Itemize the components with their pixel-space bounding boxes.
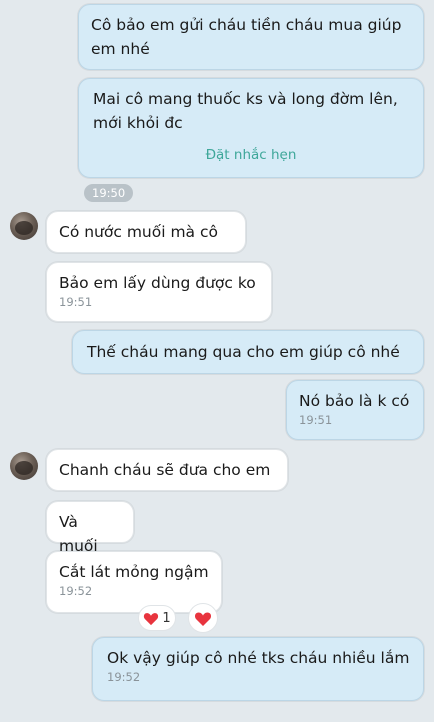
message-text: Mai cô mang thuốc ks và long đờm lên, mớ… <box>93 90 398 132</box>
avatar[interactable] <box>10 452 38 480</box>
message-bubble-received[interactable]: Có nước muối mà cô <box>46 211 246 253</box>
message-bubble-received[interactable]: Bảo em lấy dùng được ko 19:51 <box>46 262 272 322</box>
message-text: Thế cháu mang qua cho em giúp cô nhé <box>87 343 400 361</box>
message-text: Và muối <box>59 513 98 555</box>
message-text: Chanh cháu sẽ đưa cho em <box>59 461 271 479</box>
set-reminder-link[interactable]: Đặt nhắc hẹn <box>93 143 409 167</box>
reaction-badge[interactable]: 1 <box>138 605 176 631</box>
message-time: 19:52 <box>59 584 93 598</box>
heart-icon <box>144 612 159 625</box>
chat-screen: { "messages": { "m1": "Cô bảo em gửi chá… <box>0 0 434 722</box>
message-time: 19:51 <box>59 295 93 309</box>
message-text: Cắt lát mỏng ngậm <box>59 563 209 581</box>
message-bubble-sent[interactable]: Thế cháu mang qua cho em giúp cô nhé <box>72 330 424 374</box>
add-reaction-button[interactable] <box>188 603 218 633</box>
message-text: Ok vậy giúp cô nhé tks cháu nhiều lắm <box>107 649 410 667</box>
reaction-count: 1 <box>162 610 171 626</box>
message-bubble-sent[interactable]: Mai cô mang thuốc ks và long đờm lên, mớ… <box>78 78 424 178</box>
message-text: Nó bảo là k có <box>299 392 410 410</box>
message-bubble-sent[interactable]: Nó bảo là k có 19:51 <box>286 380 424 440</box>
message-bubble-received[interactable]: Và muối <box>46 501 134 555</box>
message-time: 19:51 <box>299 413 333 427</box>
message-bubble-sent[interactable]: Ok vậy giúp cô nhé tks cháu nhiều lắm 19… <box>92 637 424 701</box>
message-bubble-received[interactable]: Chanh cháu sẽ đưa cho em <box>46 449 288 491</box>
message-text: Bảo em lấy dùng được ko <box>59 274 256 292</box>
message-text: Có nước muối mà cô <box>59 223 218 241</box>
heart-icon <box>194 612 212 626</box>
avatar[interactable] <box>10 212 38 240</box>
message-bubble-sent[interactable]: Cô bảo em gửi cháu tiền cháu mua giúp em… <box>78 4 424 70</box>
time-divider: 19:50 <box>84 184 134 202</box>
message-time: 19:52 <box>107 670 141 684</box>
message-text: Cô bảo em gửi cháu tiền cháu mua giúp em… <box>91 16 402 58</box>
